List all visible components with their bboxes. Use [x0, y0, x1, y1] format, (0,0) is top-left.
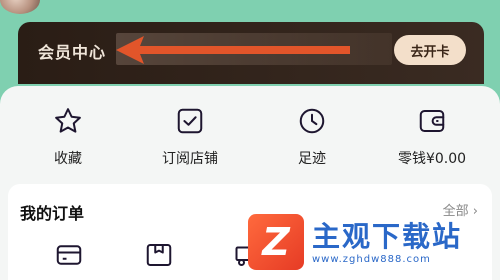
avatar[interactable]: [0, 0, 40, 14]
shortcut-favorites[interactable]: 收藏: [18, 106, 118, 176]
member-center-bar[interactable]: 会员中心 去开卡: [18, 22, 484, 84]
shortcut-change-balance[interactable]: 零钱¥0.00: [382, 106, 482, 176]
card-icon[interactable]: [52, 238, 86, 272]
wallet-icon: [417, 106, 447, 136]
clock-icon: [297, 106, 327, 136]
annotation-arrow-icon: [116, 36, 350, 64]
watermark-url: www.zghdw888.com: [312, 253, 431, 265]
watermark: Z 主观下载站 www.zghdw888.com: [248, 214, 462, 270]
watermark-name: 主观下载站: [312, 219, 463, 253]
package-icon[interactable]: [142, 238, 176, 272]
shortcut-subscribed-shops[interactable]: 订阅店铺: [140, 106, 240, 176]
star-icon: [53, 106, 83, 136]
open-card-button[interactable]: 去开卡: [394, 35, 466, 65]
shortcut-label: 收藏: [54, 151, 82, 167]
watermark-logo-icon: Z: [248, 214, 304, 270]
member-center-label: 会员中心: [38, 43, 107, 62]
orders-title: 我的订单: [20, 204, 85, 223]
shortcut-footprints[interactable]: 足迹: [262, 106, 362, 176]
shortcut-label: 足迹: [298, 151, 326, 167]
check-square-icon: [175, 106, 205, 136]
shortcut-label: 零钱¥0.00: [397, 151, 467, 167]
shortcut-label: 订阅店铺: [162, 151, 218, 167]
